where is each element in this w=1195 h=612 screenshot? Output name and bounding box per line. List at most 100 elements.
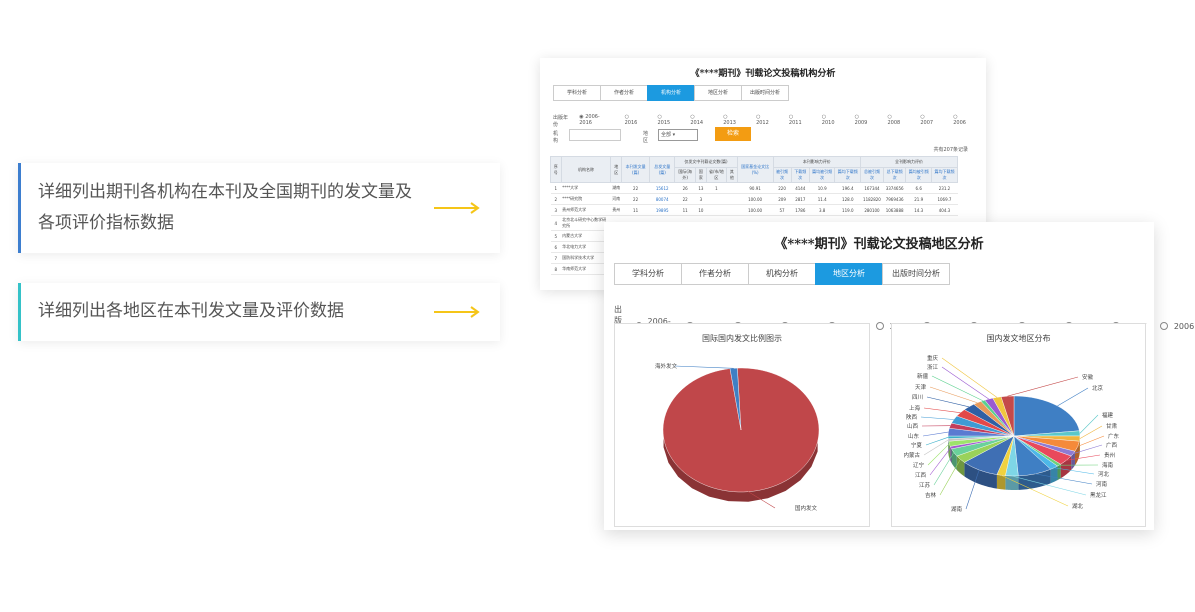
- feature-card-region: 详细列出各地区在本刊发文量及评价数据: [18, 283, 500, 341]
- label-leader-line: [1079, 425, 1103, 439]
- table-cell: 280100: [860, 204, 884, 216]
- year-option[interactable]: ○ 2009: [855, 114, 879, 128]
- year-option[interactable]: ○ 2010: [822, 114, 846, 128]
- tab-institution[interactable]: 机构分析: [748, 263, 816, 285]
- tab-author[interactable]: 作者分析: [681, 263, 749, 285]
- feature-card-institution: 详细列出期刊各机构在本刊及全国期刊的发文量及各项评价指标数据: [18, 163, 500, 253]
- year-option[interactable]: ○ 2008: [888, 114, 912, 128]
- slice-label: 河北: [1098, 470, 1110, 478]
- radio-icon[interactable]: [1159, 322, 1168, 330]
- tab-subject[interactable]: 学科分析: [553, 85, 601, 101]
- group-header: 仅发文中刊载论文数(篇): [674, 156, 738, 168]
- region-analysis-screenshot: 《****期刊》刊载论文投稿地区分析 学科分析 作者分析 机构分析 地区分析 出…: [604, 222, 1194, 530]
- slice-label: 上海: [909, 404, 921, 412]
- col-header[interactable]: 总下载频次: [882, 167, 907, 183]
- table-cell: 3: [695, 193, 707, 205]
- table-cell: 1: [550, 182, 562, 194]
- table-cell[interactable]: 19895: [649, 204, 675, 216]
- year-option[interactable]: ◉ 2006-2016: [579, 114, 615, 128]
- table-cell[interactable]: 15612: [649, 182, 675, 194]
- slice-label: 北京: [1092, 384, 1104, 392]
- table-cell: 167344: [860, 182, 884, 194]
- tab-subject[interactable]: 学科分析: [614, 263, 682, 285]
- table-cell: 11.4: [809, 193, 835, 205]
- col-header[interactable]: 国家基金论文比(%): [736, 156, 774, 183]
- year-option[interactable]: ○ 2006: [953, 114, 977, 128]
- slice-label: 湖南: [951, 505, 963, 513]
- col-header[interactable]: 下载频次: [790, 167, 810, 183]
- year-option[interactable]: ○ 2013: [723, 114, 747, 128]
- region-select[interactable]: 全部 ▾: [658, 129, 698, 141]
- table-cell: 10: [695, 204, 707, 216]
- slice-label: 甘肃: [1106, 422, 1118, 430]
- label-leader-line: [939, 459, 961, 496]
- table-row: 2 ****研究院 河南 22 80074 22 3 100.00 209 2817 11.4 128…: [550, 193, 958, 205]
- col-header[interactable]: 本刊发文量(篇): [620, 156, 651, 183]
- table-cell: 21.9: [905, 193, 932, 205]
- year-option[interactable]: ○ 2011: [789, 114, 813, 128]
- pie-slice[interactable]: [1013, 395, 1080, 437]
- slice-label: 辽宁: [913, 461, 925, 469]
- table-cell: 7: [550, 252, 562, 264]
- institution-name-cell: ****研究院: [561, 193, 611, 205]
- radio-icon[interactable]: [875, 322, 884, 330]
- table-cell: 1182820: [860, 193, 884, 205]
- tab-author[interactable]: 作者分析: [600, 85, 648, 101]
- table-cell: 119.0: [834, 204, 861, 216]
- slice-label: 浙江: [927, 363, 939, 371]
- tab-institution[interactable]: 机构分析: [647, 85, 695, 101]
- tab-region[interactable]: 地区分析: [694, 85, 742, 101]
- year-option[interactable]: ○ 2016: [625, 114, 649, 128]
- table-cell[interactable]: 80074: [649, 193, 675, 205]
- table-cell: [726, 204, 738, 216]
- record-count: 共有207条记录: [933, 147, 968, 153]
- table-cell: 209: [773, 193, 792, 205]
- year-option[interactable]: ○ 2012: [756, 114, 780, 128]
- year-option[interactable]: ○ 2015: [657, 114, 681, 128]
- institution-input[interactable]: [569, 129, 621, 141]
- col-header[interactable]: 篇均被引频次: [808, 167, 836, 183]
- table-cell: 13: [695, 182, 707, 194]
- table-cell: 2: [550, 193, 562, 205]
- table-cell: 128.0: [834, 193, 861, 205]
- slice-label: 内蒙古: [903, 451, 920, 459]
- col-header[interactable]: 篇均下载频次: [930, 167, 959, 183]
- tab-region[interactable]: 地区分析: [815, 263, 883, 285]
- region-pie-chart: 重庆浙江新疆天津四川上海陕西山西山东宁夏内蒙古辽宁江西江苏吉林湖南 安徽北京福建甘…: [903, 354, 1119, 513]
- slice-label: 湖北: [1072, 502, 1084, 510]
- tab-publish-time[interactable]: 出版时间分析: [741, 85, 789, 101]
- search-button[interactable]: 检索: [715, 127, 751, 141]
- slice-label: 国内发文: [795, 504, 818, 512]
- page-title: 《****期刊》刊载论文投稿地区分析: [774, 237, 984, 252]
- year-option[interactable]: 2006: [1159, 322, 1194, 331]
- year-option[interactable]: ○ 2007: [920, 114, 944, 128]
- table-cell: 26: [674, 182, 696, 194]
- col-header: 其他: [726, 167, 738, 183]
- slice-label: 四川: [912, 394, 923, 401]
- col-header[interactable]: 篇均被引频次: [905, 167, 932, 183]
- table-cell: 2817: [791, 193, 810, 205]
- col-header[interactable]: 总被引频次: [860, 167, 884, 183]
- table-cell: 404.3: [931, 204, 958, 216]
- tab-publish-time[interactable]: 出版时间分析: [882, 263, 950, 285]
- table-cell: [706, 204, 727, 216]
- region-label: 地区: [643, 131, 649, 144]
- col-header[interactable]: 总发文量(篇): [649, 156, 676, 183]
- col-header[interactable]: 被引频次: [772, 167, 792, 183]
- col-header: 序号: [550, 156, 562, 183]
- table-cell: 90.91: [737, 182, 774, 194]
- region-distribution-chart-panel: 国内发文地区分布 重庆 浙江 新疆 天津 四川 上海 陕西 山西 山东 宁夏 内蒙古 辽宁 江西 江苏 吉林…: [891, 323, 1146, 527]
- label-leader-line: [929, 447, 952, 476]
- table-cell: 1063888: [883, 204, 906, 216]
- tab-bar: 学科分析 作者分析 机构分析 地区分析 出版时间分析: [614, 263, 950, 285]
- chart-title: 国内发文地区分布: [986, 334, 1051, 343]
- tab-bar: 学科分析 作者分析 机构分析 地区分析 出版时间分析: [553, 85, 789, 101]
- year-label: 出版年份: [553, 115, 569, 128]
- table-cell: 22: [674, 193, 696, 205]
- col-header: 国际(海外): [674, 167, 697, 183]
- col-header[interactable]: 篇均下载频次: [834, 167, 862, 183]
- group-header: 全刊影响力评价: [860, 156, 958, 168]
- slice-label: 新疆: [917, 372, 929, 380]
- institution-name-cell: 贵州师范大学: [561, 204, 611, 216]
- year-option[interactable]: ○ 2014: [690, 114, 714, 128]
